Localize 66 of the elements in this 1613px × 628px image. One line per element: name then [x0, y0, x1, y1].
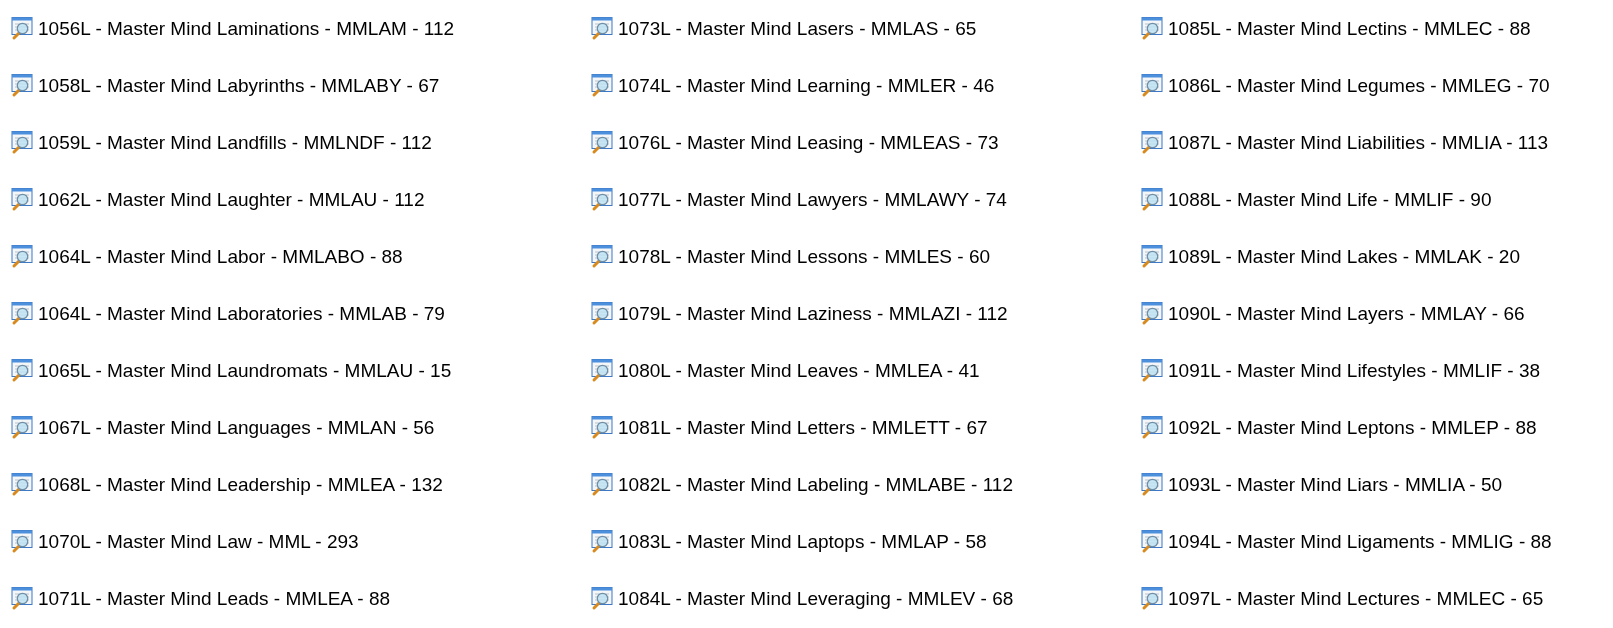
- file-item[interactable]: 1082L - Master Mind Labeling - MMLABE - 112: [589, 456, 1013, 513]
- file-item[interactable]: 1083L - Master Mind Laptops - MMLAP - 58: [589, 513, 987, 570]
- file-search-icon: [1139, 244, 1164, 269]
- file-search-icon: [589, 73, 614, 98]
- file-item[interactable]: 1092L - Master Mind Leptons - MMLEP - 88: [1139, 399, 1537, 456]
- file-search-icon: [9, 529, 34, 554]
- file-item[interactable]: 1090L - Master Mind Layers - MMLAY - 66: [1139, 285, 1525, 342]
- file-search-icon: [1139, 472, 1164, 497]
- file-item[interactable]: 1068L - Master Mind Leadership - MMLEA - 132: [9, 456, 443, 513]
- file-search-icon: [9, 130, 34, 155]
- file-search-icon: [589, 472, 614, 497]
- file-search-icon: [1139, 187, 1164, 212]
- file-item[interactable]: 1080L - Master Mind Leaves - MMLEA - 41: [589, 342, 980, 399]
- file-search-icon: [589, 187, 614, 212]
- file-item[interactable]: 1088L - Master Mind Life - MMLIF - 90: [1139, 171, 1492, 228]
- file-search-icon: [1139, 529, 1164, 554]
- file-search-icon: [9, 244, 34, 269]
- file-item[interactable]: 1079L - Master Mind Laziness - MMLAZI - 112: [589, 285, 1008, 342]
- file-search-icon: [9, 358, 34, 383]
- file-search-icon: [9, 301, 34, 326]
- file-item[interactable]: 1064L - Master Mind Labor - MMLABO - 88: [9, 228, 403, 285]
- file-item[interactable]: 1094L - Master Mind Ligaments - MMLIG - 88: [1139, 513, 1552, 570]
- file-search-icon: [1139, 16, 1164, 41]
- file-item[interactable]: 1085L - Master Mind Lectins - MMLEC - 88: [1139, 0, 1531, 57]
- file-item[interactable]: 1056L - Master Mind Laminations - MMLAM - 112: [9, 0, 455, 57]
- file-search-icon: [9, 187, 34, 212]
- file-item[interactable]: 1070L - Master Mind Law - MML - 293: [9, 513, 359, 570]
- file-search-icon: [9, 73, 34, 98]
- file-item[interactable]: 1087L - Master Mind Liabilities - MMLIA - 113: [1139, 114, 1549, 171]
- file-search-icon: [589, 301, 614, 326]
- file-item[interactable]: 1065L - Master Mind Laundromats - MMLAU - 15: [9, 342, 452, 399]
- file-search-icon: [9, 472, 34, 497]
- file-item[interactable]: 1067L - Master Mind Languages - MMLAN - 56: [9, 399, 435, 456]
- file-item[interactable]: 1093L - Master Mind Liars - MMLIA - 50: [1139, 456, 1503, 513]
- file-item[interactable]: 1071L - Master Mind Leads - MMLEA - 88: [9, 570, 390, 627]
- file-search-icon: [9, 16, 34, 41]
- file-item[interactable]: 1091L - Master Mind Lifestyles - MMLIF - 38: [1139, 342, 1541, 399]
- file-search-icon: [9, 415, 34, 440]
- file-item[interactable]: 1062L - Master Mind Laughter - MMLAU - 112: [9, 171, 425, 228]
- file-item[interactable]: 1084L - Master Mind Leveraging - MMLEV - 68: [589, 570, 1014, 627]
- file-search-icon: [1139, 586, 1164, 611]
- file-item[interactable]: 1073L - Master Mind Lasers - MMLAS - 65: [589, 0, 977, 57]
- file-search-icon: [589, 529, 614, 554]
- file-item[interactable]: 1089L - Master Mind Lakes - MMLAK - 20: [1139, 228, 1520, 285]
- file-search-icon: [1139, 415, 1164, 440]
- file-search-icon: [9, 586, 34, 611]
- file-search-icon: [589, 586, 614, 611]
- file-search-icon: [1139, 301, 1164, 326]
- file-search-icon: [589, 16, 614, 41]
- file-item[interactable]: 1076L - Master Mind Leasing - MMLEAS - 73: [589, 114, 999, 171]
- file-item[interactable]: 1081L - Master Mind Letters - MMLETT - 67: [589, 399, 988, 456]
- file-item[interactable]: 1059L - Master Mind Landfills - MMLNDF - 112: [9, 114, 432, 171]
- file-item[interactable]: 1086L - Master Mind Legumes - MMLEG - 70: [1139, 57, 1550, 114]
- file-search-icon: [589, 130, 614, 155]
- file-search-icon: [589, 415, 614, 440]
- file-search-icon: [1139, 358, 1164, 383]
- file-item[interactable]: 1058L - Master Mind Labyrinths - MMLABY - 67: [9, 57, 440, 114]
- file-item[interactable]: 1077L - Master Mind Lawyers - MMLAWY - 74: [589, 171, 1007, 228]
- file-search-icon: [1139, 130, 1164, 155]
- file-item[interactable]: 1097L - Master Mind Lectures - MMLEC - 65: [1139, 570, 1544, 627]
- file-item[interactable]: 1064L - Master Mind Laboratories - MMLAB - 79: [9, 285, 445, 342]
- file-search-icon: [589, 244, 614, 269]
- file-item[interactable]: 1074L - Master Mind Learning - MMLER - 46: [589, 57, 995, 114]
- file-search-icon: [1139, 73, 1164, 98]
- file-search-icon: [589, 358, 614, 383]
- file-item[interactable]: 1078L - Master Mind Lessons - MMLES - 60: [589, 228, 991, 285]
